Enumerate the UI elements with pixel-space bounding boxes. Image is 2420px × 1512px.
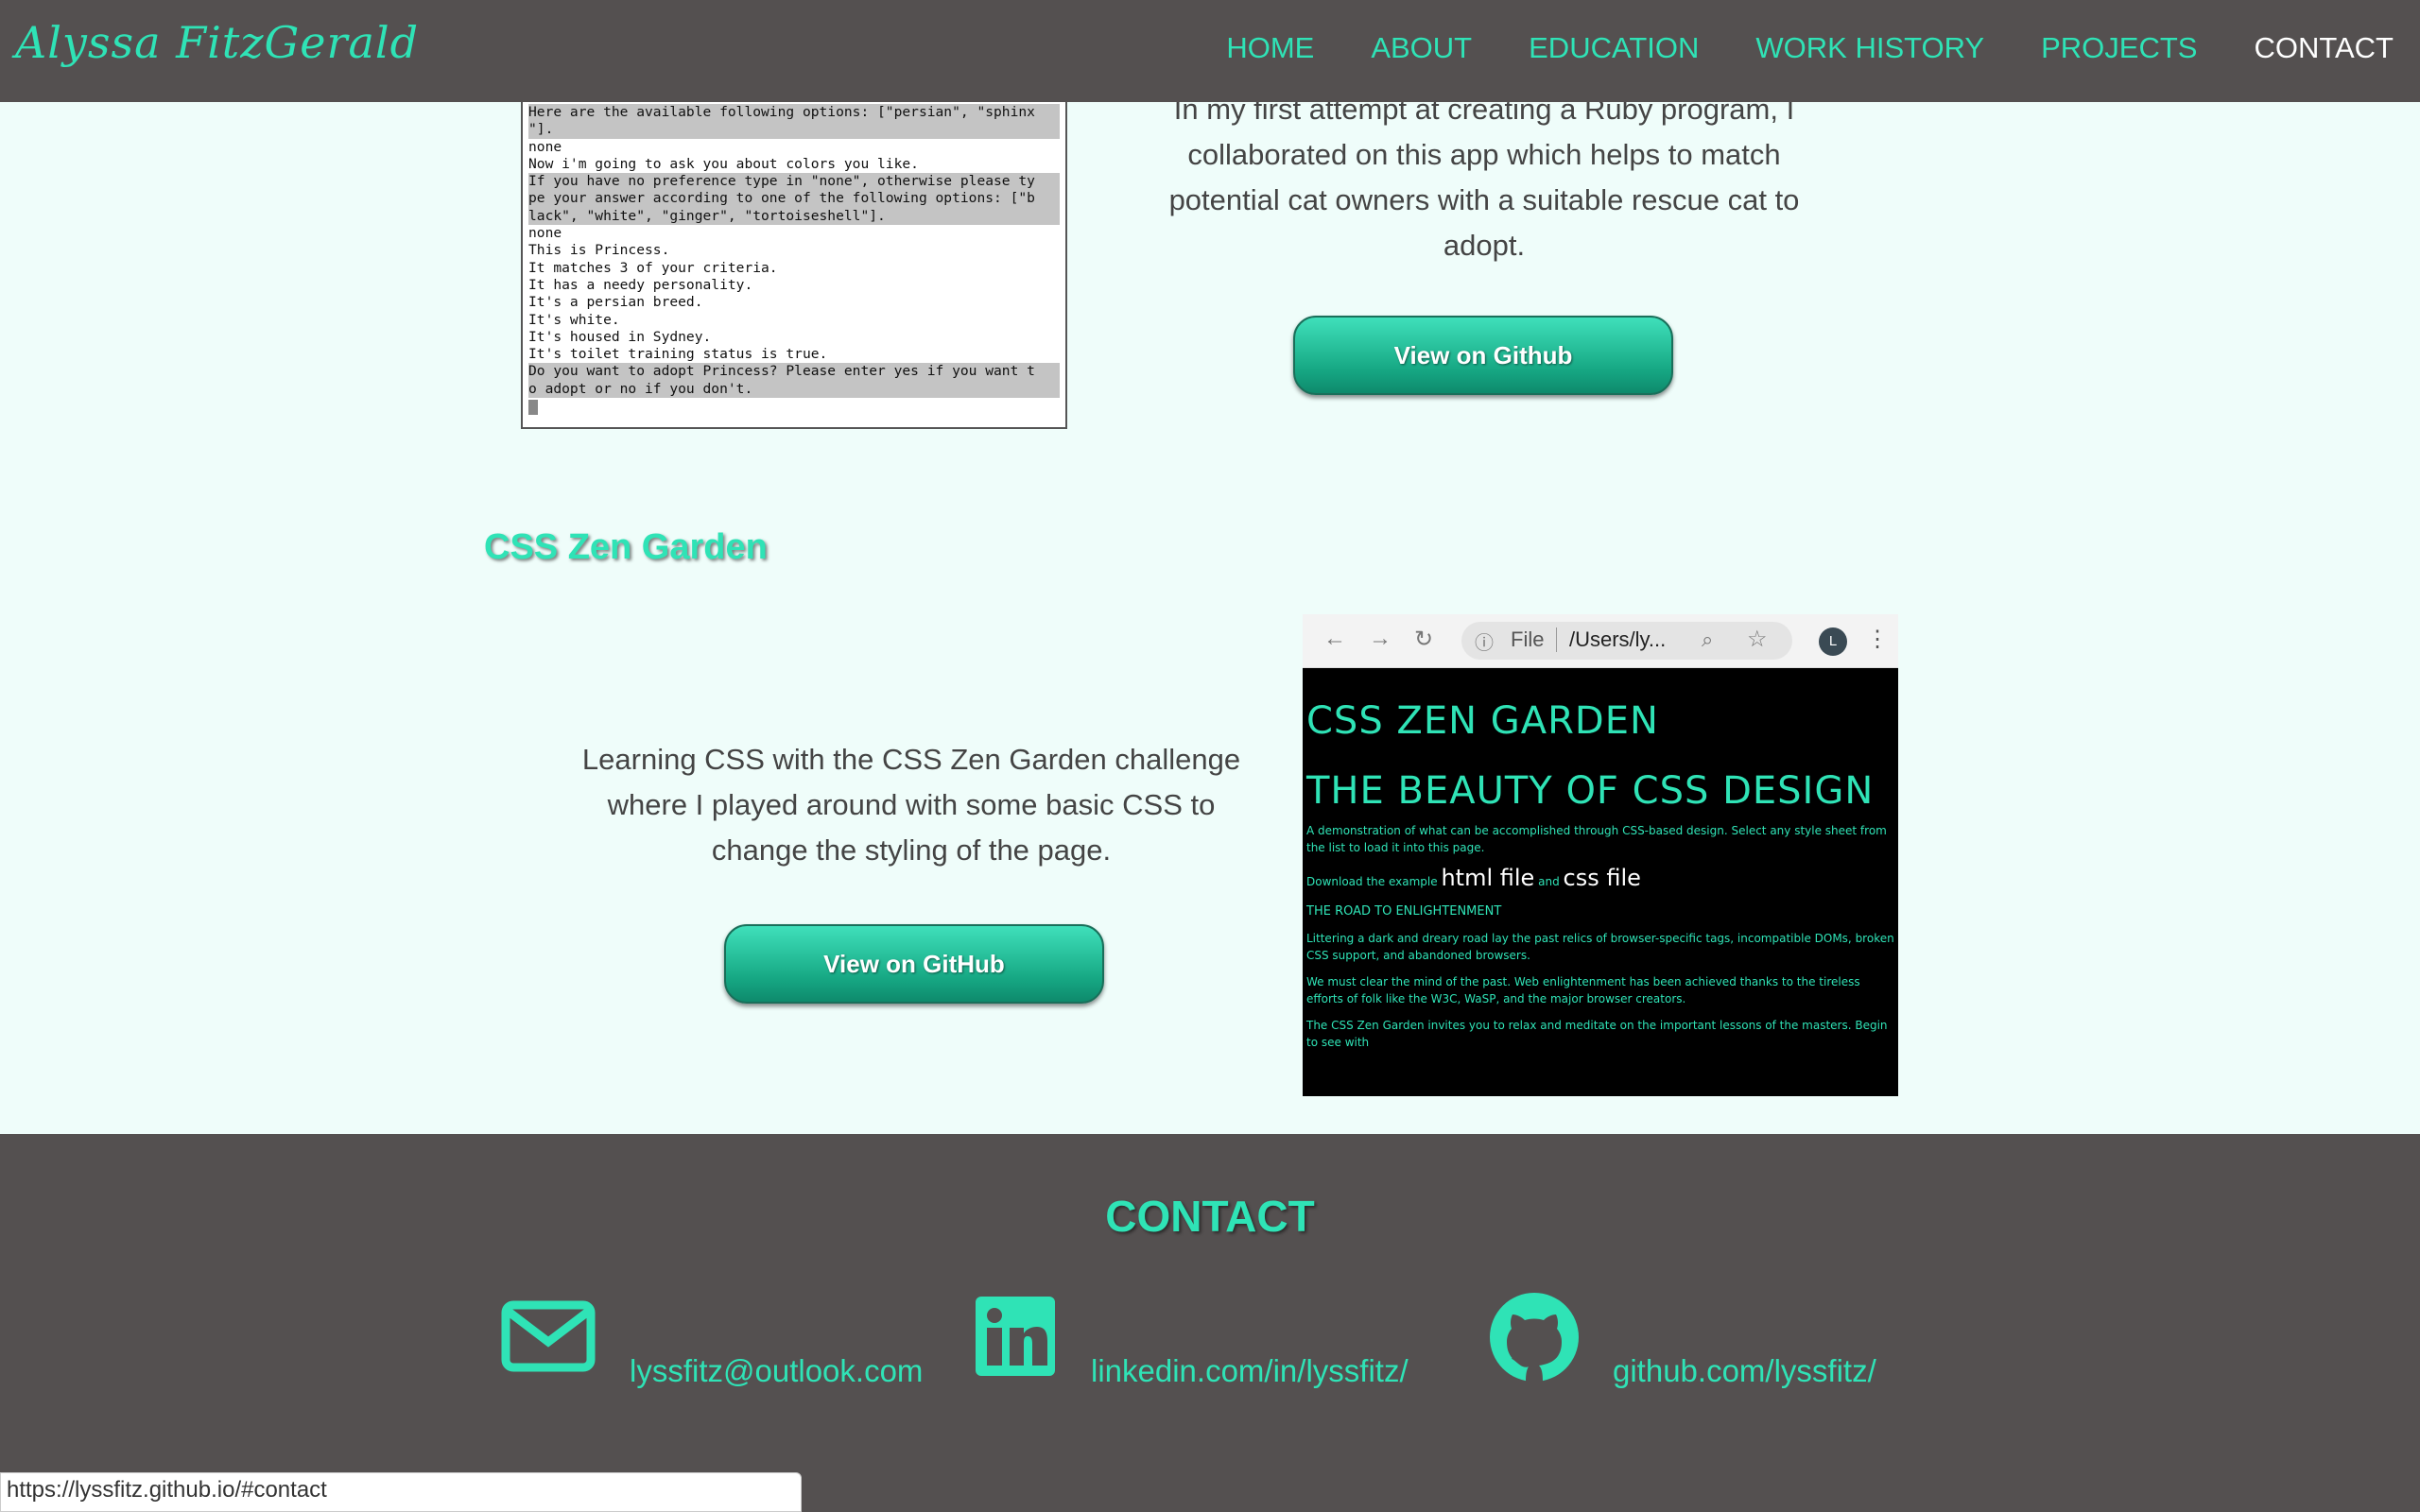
github-link[interactable]: github.com/lyssfitz/ bbox=[1613, 1353, 1876, 1389]
zen-download-line: Download the example html file and css f… bbox=[1306, 867, 1894, 890]
url-scheme: File bbox=[1511, 627, 1545, 651]
project-title: CSS Zen Garden bbox=[484, 527, 768, 567]
terminal-line: pe your answer according to one of the f… bbox=[528, 190, 1060, 208]
terminal-screenshot: Here are the available following options… bbox=[521, 102, 1067, 429]
zen-and: and bbox=[1538, 875, 1560, 888]
zen-intro: A demonstration of what can be accomplis… bbox=[1306, 824, 1887, 854]
view-on-github-button[interactable]: View on GitHub bbox=[724, 924, 1104, 1004]
zen-page-content: CSS ZEN GARDEN THE BEAUTY OF CSS DESIGN … bbox=[1306, 667, 1894, 1051]
terminal-line: It's a persian breed. bbox=[528, 294, 703, 311]
terminal-line: It's white. bbox=[528, 311, 620, 328]
terminal-line: o adopt or no if you don't. bbox=[528, 380, 1060, 399]
github-icon[interactable] bbox=[1488, 1291, 1581, 1383]
terminal-line: It's housed in Sydney. bbox=[528, 328, 712, 345]
email-link[interactable]: lyssfitz@outlook.com bbox=[630, 1353, 923, 1389]
terminal-line: It matches 3 of your criteria. bbox=[528, 259, 778, 276]
contact-title: CONTACT bbox=[1105, 1192, 1315, 1241]
nav-education[interactable]: EDUCATION bbox=[1529, 31, 1699, 65]
top-navbar: Alyssa FitzGerald HOME ABOUT EDUCATION W… bbox=[0, 0, 2420, 102]
reload-icon: ↻ bbox=[1414, 627, 1434, 652]
zen-garden-screenshot: ← → ↻ ⓘ File /Users/ly... ⌕ ☆ L ⋮ CSS ZE… bbox=[1303, 614, 1898, 1096]
zen-road-title: THE ROAD TO ENLIGHTENMENT bbox=[1306, 904, 1502, 919]
terminal-line: lack", "white", "ginger", "tortoiseshell… bbox=[528, 207, 1060, 226]
zen-paragraph: Littering a dark and dreary road lay the… bbox=[1306, 932, 1894, 962]
zen-download-prefix: Download the example bbox=[1306, 875, 1438, 888]
zen-subheading: THE BEAUTY OF CSS DESIGN bbox=[1306, 769, 1875, 813]
terminal-line: Do you want to adopt Princess? Please en… bbox=[528, 363, 1060, 381]
terminal-line: This is Princess. bbox=[528, 242, 670, 259]
nav-projects[interactable]: PROJECTS bbox=[2041, 31, 2197, 65]
back-arrow-icon: ← bbox=[1323, 626, 1346, 651]
forward-arrow-icon: → bbox=[1369, 626, 1392, 651]
url-divider bbox=[1556, 627, 1557, 652]
terminal-line: "]. bbox=[528, 121, 1060, 139]
info-icon: ⓘ bbox=[1475, 633, 1494, 654]
zen-project-description: Learning CSS with the CSS Zen Garden cha… bbox=[581, 743, 1241, 867]
terminal-line: It has a needy personality. bbox=[528, 276, 753, 293]
zen-css-file: css file bbox=[1563, 865, 1641, 891]
brand-logo[interactable]: Alyssa FitzGerald bbox=[15, 17, 419, 68]
terminal-line: Here are the available following options… bbox=[528, 104, 1060, 122]
star-icon: ☆ bbox=[1747, 627, 1768, 652]
zen-paragraph: We must clear the mind of the past. Web … bbox=[1306, 975, 1860, 1005]
browser-toolbar: ← → ↻ ⓘ File /Users/ly... ⌕ ☆ L ⋮ bbox=[1303, 614, 1898, 668]
link-status-bar: https://lyssfitz.github.io/#contact bbox=[0, 1472, 802, 1512]
terminal-cursor bbox=[528, 400, 538, 416]
nav-about[interactable]: ABOUT bbox=[1371, 31, 1472, 65]
zen-paragraph: The CSS Zen Garden invites you to relax … bbox=[1306, 1019, 1888, 1049]
terminal-line: none bbox=[528, 225, 562, 242]
terminal-line: It's toilet training status is true. bbox=[528, 346, 828, 363]
view-on-github-button[interactable]: View on Github bbox=[1293, 316, 1673, 395]
nav-home[interactable]: HOME bbox=[1226, 31, 1314, 65]
url-path: /Users/ly... bbox=[1569, 627, 1667, 651]
profile-avatar: L bbox=[1819, 627, 1847, 656]
terminal-line: If you have no preference type in "none"… bbox=[528, 173, 1060, 191]
linkedin-link[interactable]: linkedin.com/in/lyssfitz/ bbox=[1091, 1353, 1409, 1389]
nav-work-history[interactable]: WORK HISTORY bbox=[1755, 31, 1984, 65]
kebab-menu-icon: ⋮ bbox=[1866, 627, 1889, 652]
terminal-line: Now i'm going to ask you about colors yo… bbox=[528, 155, 919, 172]
zen-html-file: html file bbox=[1441, 865, 1535, 891]
envelope-icon[interactable] bbox=[501, 1300, 596, 1372]
contact-section: CONTACT lyssfitz@outlook.com linkedin.co… bbox=[0, 1134, 2420, 1512]
zoom-icon: ⌕ bbox=[1702, 627, 1714, 651]
nav-links: HOME ABOUT EDUCATION WORK HISTORY PROJEC… bbox=[1226, 31, 2394, 65]
terminal-line: none bbox=[528, 138, 562, 155]
nav-contact[interactable]: CONTACT bbox=[2254, 31, 2394, 65]
ruby-project-description: In my first attempt at creating a Ruby p… bbox=[1168, 93, 1800, 262]
zen-heading: CSS ZEN GARDEN bbox=[1306, 699, 1659, 743]
linkedin-icon[interactable] bbox=[976, 1297, 1055, 1376]
